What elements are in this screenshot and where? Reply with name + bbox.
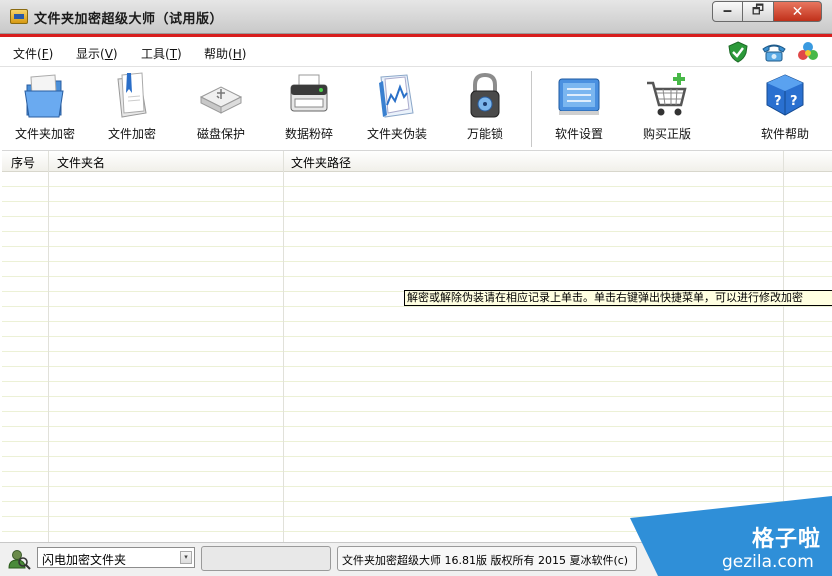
document-lock-icon — [117, 72, 147, 118]
toolbar-label: 文件夹加密 — [14, 127, 75, 141]
usb-disk-icon — [199, 86, 243, 114]
toolbar-label: 万能锁 — [466, 127, 503, 141]
column-header-folder-path[interactable]: 文件夹路径 — [291, 154, 351, 171]
shield-check-icon[interactable] — [727, 41, 749, 63]
toolbar-data-shred-button[interactable]: 数据粉碎 — [264, 67, 354, 149]
toolbar-help-button[interactable]: ? ? 软件帮助 — [740, 67, 830, 149]
toolbar-label: 磁盘保护 — [196, 127, 245, 141]
menu-bar: 文件(F) 显示(V) 工具(T) 帮助(H) — [0, 37, 832, 66]
minimize-button[interactable]: 🗕 — [712, 1, 743, 22]
toolbar-label: 文件夹伪装 — [366, 127, 427, 141]
toolbar-file-encrypt-button[interactable]: 文件加密 — [87, 67, 177, 149]
toolbar-settings-button[interactable]: 软件设置 — [534, 67, 624, 149]
encrypt-mode-value: 闪电加密文件夹 — [42, 553, 127, 567]
menu-tools[interactable]: 工具(T) — [141, 45, 182, 62]
folder-lock-icon — [24, 74, 64, 118]
status-panel — [201, 546, 331, 571]
title-bar[interactable]: 文件夹加密超级大师（试用版） 🗕 🗗 ✕ — [0, 0, 832, 34]
toolbar-buy-button[interactable]: 购买正版 — [622, 67, 712, 149]
toolbar-folder-disguise-button[interactable]: 文件夹伪装 — [352, 67, 442, 149]
shredder-icon — [290, 74, 328, 112]
tooltip: 解密或解除伪装请在相应记录上单击。单击右键弹出快捷菜单，可以进行修改加密 — [404, 290, 832, 306]
column-divider[interactable] — [48, 151, 49, 543]
menu-view[interactable]: 显示(V) — [76, 45, 118, 62]
user-search-icon[interactable] — [7, 548, 31, 570]
svg-text:?: ? — [774, 94, 782, 109]
phone-icon[interactable] — [761, 41, 787, 63]
toolbar-separator — [531, 71, 532, 147]
column-divider[interactable] — [283, 151, 284, 543]
column-header-index[interactable]: 序号 — [11, 154, 35, 171]
close-button[interactable]: ✕ — [774, 1, 822, 22]
menu-file[interactable]: 文件(F) — [13, 45, 53, 62]
toolbar: 文件夹加密 文件加密 磁盘保护 数据粉碎 文件夹伪装 万能锁 软件设置 购买正版… — [0, 66, 832, 150]
window-title: 文件夹加密超级大师（试用版） — [34, 12, 224, 27]
toolbar-label: 软件帮助 — [760, 127, 809, 141]
shopping-cart-icon — [647, 73, 687, 116]
color-balls-icon[interactable] — [797, 41, 819, 63]
menu-help[interactable]: 帮助(H) — [204, 45, 246, 62]
table-body[interactable] — [2, 172, 832, 543]
column-divider[interactable] — [783, 151, 784, 543]
watermark-text: 格子啦 — [752, 527, 822, 552]
app-icon — [10, 9, 28, 24]
folder-disguise-icon — [379, 74, 414, 118]
toolbar-label: 数据粉碎 — [284, 127, 333, 141]
settings-panel-icon — [558, 78, 600, 115]
copyright-text: 文件夹加密超级大师 16.81版 版权所有 2015 夏冰软件(c) — [342, 554, 629, 567]
toolbar-universal-lock-button[interactable]: 万能锁 — [440, 67, 530, 149]
maximize-button[interactable]: 🗗 — [743, 1, 774, 22]
toolbar-label: 购买正版 — [642, 127, 691, 141]
copyright-panel: 文件夹加密超级大师 16.81版 版权所有 2015 夏冰软件(c) — [337, 546, 637, 571]
watermark-url: gezila.com — [722, 552, 814, 572]
toolbar-label: 文件加密 — [107, 127, 156, 141]
column-header-folder-name[interactable]: 文件夹名 — [57, 154, 105, 171]
chevron-down-icon[interactable]: ▾ — [180, 551, 192, 564]
help-cube-icon: ? ? — [766, 74, 804, 116]
encrypted-folder-table[interactable]: 序号 文件夹名 文件夹路径 — [2, 150, 832, 543]
toolbar-folder-encrypt-button[interactable]: 文件夹加密 — [0, 67, 90, 149]
toolbar-label: 软件设置 — [554, 127, 603, 141]
encrypt-mode-select[interactable]: 闪电加密文件夹 ▾ — [37, 547, 195, 568]
toolbar-disk-protect-button[interactable]: 磁盘保护 — [176, 67, 266, 149]
svg-text:?: ? — [790, 94, 798, 109]
table-header: 序号 文件夹名 文件夹路径 — [2, 151, 832, 172]
padlock-icon — [470, 72, 500, 118]
